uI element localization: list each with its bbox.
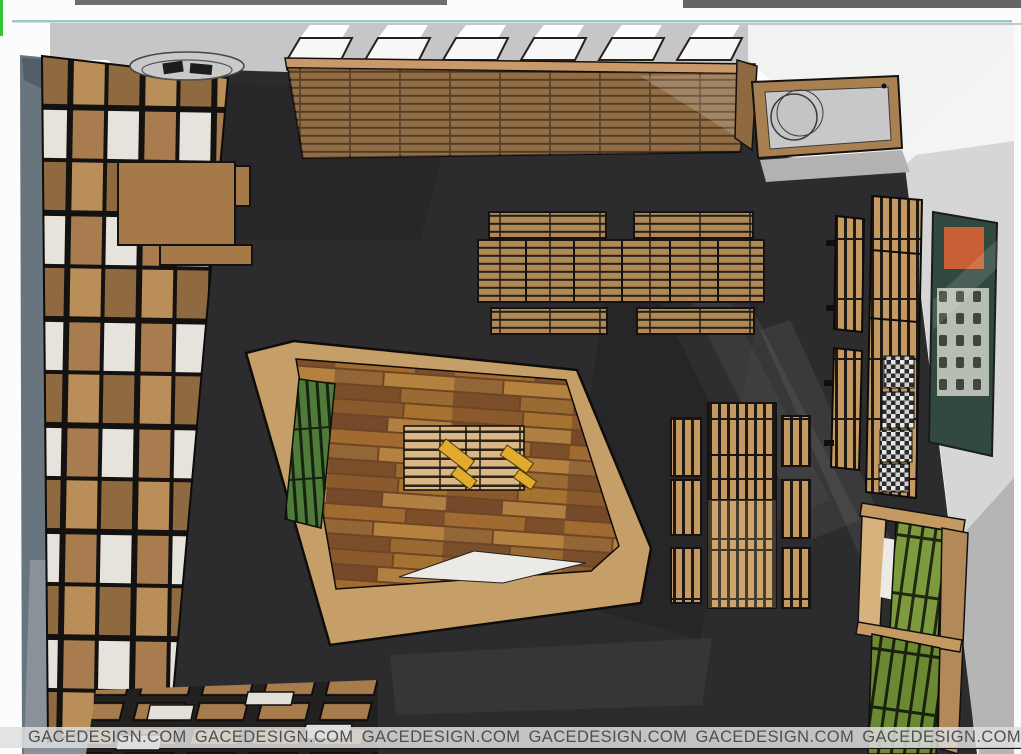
bench [491, 308, 607, 334]
bench [671, 418, 701, 476]
green-axis-line [0, 0, 3, 36]
right-edge-strip [1014, 25, 1021, 754]
ceiling-fixture [130, 52, 244, 80]
teal-edge-line [12, 20, 1012, 23]
bracket [824, 440, 834, 446]
wall-poster [929, 212, 997, 456]
bench [782, 480, 810, 538]
desk-step [235, 166, 250, 206]
watermark-band: GACEDESIGN.COM GACEDESIGN.COM GACEDESIGN… [0, 727, 1021, 748]
bracket [826, 240, 836, 246]
bench [634, 212, 753, 238]
desk-top [118, 162, 235, 245]
top-bar-left [75, 0, 447, 5]
watermark-text: GACEDESIGN.COM [195, 728, 354, 747]
bracket [824, 380, 834, 386]
table-sunlight [708, 500, 776, 608]
vertical-table-group [671, 403, 810, 608]
watermark-row: GACEDESIGN.COM GACEDESIGN.COM GACEDESIGN… [28, 728, 1021, 747]
watermark-text: GACEDESIGN.COM [28, 728, 187, 747]
slatted-display-panel [285, 58, 755, 158]
bench [831, 348, 862, 470]
top-bar-right [683, 0, 1021, 8]
bracket [826, 305, 836, 311]
green-lockers [856, 503, 968, 754]
fixture-object-2 [190, 63, 213, 75]
books-block [884, 356, 914, 388]
tall-slat-bookshelf [866, 196, 922, 498]
watermark-text: GACEDESIGN.COM [695, 728, 854, 747]
green-doors-upper [890, 522, 944, 640]
oval-fixture [130, 52, 244, 80]
watermark-text: GACEDESIGN.COM [362, 728, 521, 747]
bench [782, 548, 810, 608]
desk-return [160, 245, 252, 265]
books-block [882, 392, 914, 428]
white-box [147, 705, 194, 720]
bench [671, 480, 701, 535]
counter-dot [882, 84, 887, 89]
watermark-text: GACEDESIGN.COM [862, 728, 1021, 747]
render-viewport: GACEDESIGN.COM GACEDESIGN.COM GACEDESIGN… [0, 0, 1021, 754]
sink-counter [735, 60, 910, 182]
books-block [880, 430, 912, 462]
interior-render [0, 0, 1021, 754]
white-box [245, 692, 294, 705]
sink-basin [771, 94, 817, 140]
books-block [879, 464, 909, 492]
bench [637, 308, 754, 334]
bench [671, 548, 701, 603]
bench [834, 216, 864, 332]
bench [489, 212, 606, 238]
bench [782, 416, 810, 466]
watermark-text: GACEDESIGN.COM [529, 728, 688, 747]
